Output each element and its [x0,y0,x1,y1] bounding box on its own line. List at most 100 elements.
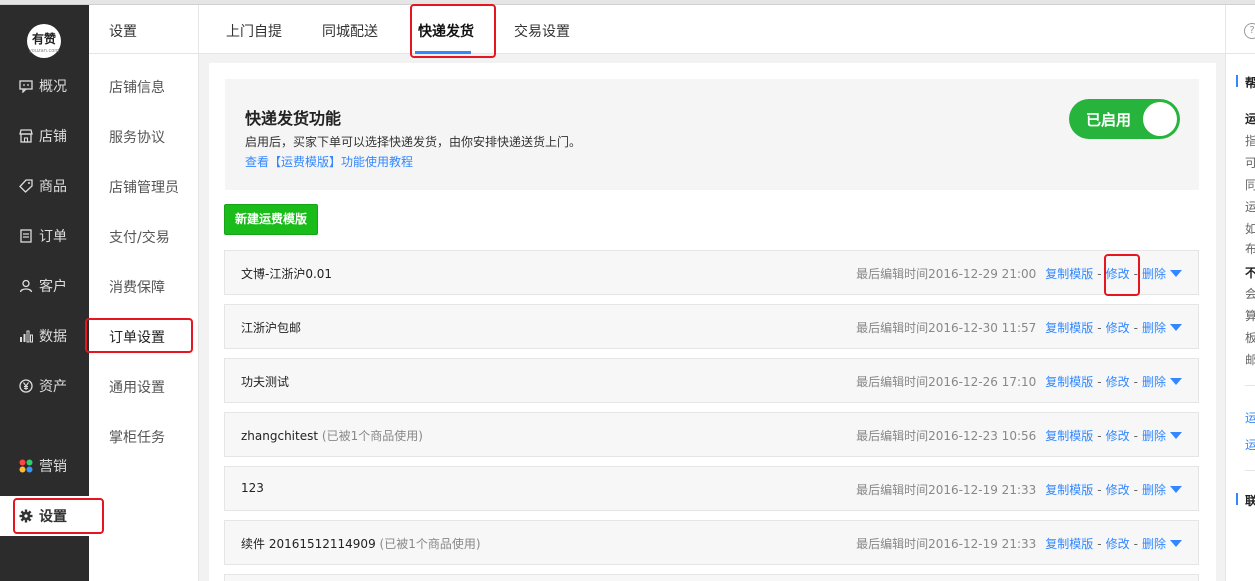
help-line: 可 [1245,154,1255,171]
bar-chart-icon [18,328,34,344]
new-template-button[interactable]: 新建运费模版 [224,204,318,235]
nav-label: 数据 [39,329,67,345]
copy-template-link[interactable]: 复制模版 [1045,265,1093,282]
nav-item-customers[interactable]: 客户 [0,266,89,306]
tab-local-delivery[interactable]: 同城配送 [322,21,378,41]
separator: - [1097,266,1102,281]
nav-item-overview[interactable]: 概况 [0,66,89,106]
copy-template-link[interactable]: 复制模版 [1045,481,1093,498]
nav-item-assets[interactable]: 资产 [0,366,89,406]
divider [1245,470,1255,471]
help-line: 同 [1245,176,1255,193]
template-name-text: 江浙沪包邮 [241,321,302,335]
help-line: 如 [1245,220,1255,237]
chevron-down-icon[interactable] [1170,270,1182,277]
template-meta: 最后编辑时间2016-12-30 11:57 复制模版 - 修改 - 删除 [856,319,1182,336]
delete-template-link[interactable]: 删除 [1142,481,1166,498]
subnav-item-service-agreement[interactable]: 服务协议 [109,127,165,147]
edit-template-link[interactable]: 修改 [1106,427,1130,444]
logo-subtext: youzan.com [28,48,60,54]
delete-template-link[interactable]: 删除 [1142,319,1166,336]
help-link[interactable]: 运 [1245,409,1255,426]
toggle-knob [1143,102,1177,136]
nav-item-orders[interactable]: 订单 [0,216,89,256]
chevron-down-icon[interactable] [1170,540,1182,547]
copy-template-link[interactable]: 复制模版 [1045,427,1093,444]
nav-item-goods[interactable]: 商品 [0,166,89,206]
separator: - [1133,320,1138,335]
delete-template-link[interactable]: 删除 [1142,427,1166,444]
tutorial-link[interactable]: 查看【运费模版】功能使用教程 [245,153,413,170]
yen-icon [18,378,34,394]
template-name-text: zhangchitest [241,429,319,443]
highlight-express-tab [410,4,496,58]
chevron-down-icon[interactable] [1170,486,1182,493]
list-icon [18,228,34,244]
last-edit-time: 最后编辑时间2016-12-19 21:33 [856,537,1037,551]
help-question-icon[interactable]: ? [1244,23,1255,39]
nav-label: 客户 [39,279,67,295]
copy-template-link[interactable]: 复制模版 [1045,373,1093,390]
help-line: 邮 [1245,351,1255,368]
subnav-item-payment[interactable]: 支付/交易 [109,227,170,247]
copy-template-link[interactable]: 复制模版 [1045,319,1093,336]
toggle-label: 已启用 [1086,111,1132,129]
last-edit-time: 最后编辑时间2016-12-29 21:00 [856,267,1037,281]
copy-template-link[interactable]: 复制模版 [1045,535,1093,552]
template-name-text: 123 [241,481,264,495]
help-line: 运 [1245,110,1255,127]
help-line: 指 [1245,132,1255,149]
separator: - [1133,428,1138,443]
subnav-item-store-admins[interactable]: 店铺管理员 [109,177,179,197]
youzan-logo[interactable]: 有赞 youzan.com [27,24,61,58]
help-link[interactable]: 运 [1245,436,1255,453]
subnav-item-store-info[interactable]: 店铺信息 [109,77,165,97]
divider [89,53,199,54]
chevron-down-icon[interactable] [1170,324,1182,331]
separator: - [1097,482,1102,497]
chevron-down-icon[interactable] [1170,432,1182,439]
help-line: 会 [1245,285,1255,302]
template-meta: 最后编辑时间2016-12-23 10:56 复制模版 - 修改 - 删除 [856,427,1182,444]
template-row: zhangchitest (已被1个商品使用) 最后编辑时间2016-12-23… [224,412,1199,457]
edit-template-link[interactable]: 修改 [1106,535,1130,552]
nav-label: 商品 [39,179,67,195]
nav-item-data[interactable]: 数据 [0,316,89,356]
subnav-item-consumer-protection[interactable]: 消费保障 [109,277,165,297]
tab-trade-settings[interactable]: 交易设置 [514,21,570,41]
template-row: 江浙沪包邮 最后编辑时间2016-12-30 11:57 复制模版 - 修改 -… [224,304,1199,349]
template-name-text: 续件 20161512114909 [241,537,376,551]
nav-label: 订单 [39,229,67,245]
subnav-title: 设置 [109,24,137,40]
last-edit-time: 最后编辑时间2016-12-23 10:56 [856,429,1037,443]
template-name: 文博-江浙沪0.01 [241,265,332,282]
nav-item-marketing[interactable]: 营销 [0,446,89,486]
subnav-item-general-settings[interactable]: 通用设置 [109,377,165,397]
separator: - [1097,428,1102,443]
delete-template-link[interactable]: 删除 [1142,265,1166,282]
highlight-order-settings [85,318,193,353]
feature-description: 启用后，买家下单可以选择快递发货，由你安排快递送货上门。 [245,135,582,149]
subnav-item-manager-tasks[interactable]: 掌柜任务 [109,427,165,447]
nav-item-store[interactable]: 店铺 [0,116,89,156]
separator: - [1133,536,1138,551]
store-icon [18,128,34,144]
edit-template-link[interactable]: 修改 [1106,481,1130,498]
delete-template-link[interactable]: 删除 [1142,373,1166,390]
last-edit-time: 最后编辑时间2016-12-30 11:57 [856,321,1037,335]
template-row: 续件 20161512114909 (已被1个商品使用) 最后编辑时间2016-… [224,520,1199,565]
highlight-edit-link [1104,254,1140,296]
template-row: 文博-江浙沪0.01 最后编辑时间2016-12-29 21:00 复制模版 -… [224,250,1199,295]
template-name-text: 功夫测试 [241,375,290,389]
template-name-text: 文博-江浙沪0.01 [241,267,333,281]
edit-template-link[interactable]: 修改 [1106,373,1130,390]
tab-self-pickup[interactable]: 上门自提 [226,21,282,41]
express-enable-toggle[interactable]: 已启用 [1069,99,1180,139]
delete-template-link[interactable]: 删除 [1142,535,1166,552]
chevron-down-icon[interactable] [1170,378,1182,385]
nav-label: 营销 [39,459,67,475]
highlight-settings-nav [13,498,104,534]
template-usage: (已被1个商品使用) [321,429,423,443]
template-name: zhangchitest (已被1个商品使用) [241,427,423,444]
edit-template-link[interactable]: 修改 [1106,319,1130,336]
